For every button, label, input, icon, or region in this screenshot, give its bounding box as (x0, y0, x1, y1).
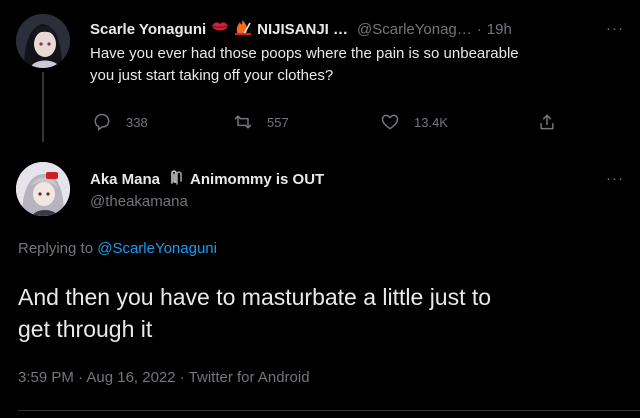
avatar-scarle[interactable] (16, 14, 70, 68)
tweet-text-line: And then you have to masturbate a little… (18, 284, 492, 310)
retweet-icon (234, 115, 252, 129)
org-name[interactable]: NIJISANJI … (257, 21, 348, 38)
replying-prefix: Replying to (18, 240, 94, 257)
retweet-count: 557 (267, 114, 289, 130)
thread-line (42, 72, 44, 142)
tweet-text-line: get through it (18, 316, 153, 342)
tweet-text-line: Have you ever had those poops where the … (90, 45, 519, 62)
display-name[interactable]: Aka Mana (90, 171, 160, 188)
reply-count: 338 (126, 114, 148, 130)
lips-emoji-icon (211, 20, 229, 39)
share-button[interactable] (537, 112, 557, 132)
tweet-text: Have you ever had those poops where the … (90, 43, 620, 87)
replying-to: Replying to @ScarleYonaguni (18, 240, 217, 257)
avatar-aka-mana[interactable] (16, 162, 70, 216)
retweet-button[interactable]: 557 (233, 112, 289, 132)
like-icon (381, 114, 399, 130)
tweet-text: And then you have to masturbate a little… (18, 281, 628, 345)
handle[interactable]: @theakamana (90, 193, 188, 210)
like-button[interactable]: 13.4K (380, 112, 448, 132)
reply-icon (94, 113, 110, 131)
handle[interactable]: @ScarleYonag… (357, 21, 472, 38)
more-options-button[interactable]: ··· (606, 20, 624, 37)
reply-button[interactable]: 338 (92, 112, 148, 132)
display-name[interactable]: Scarle Yonaguni (90, 21, 206, 38)
paperclip-emoji-icon (166, 168, 184, 191)
divider (18, 410, 640, 411)
tweet-text-line: you just start taking off your clothes? (90, 67, 334, 84)
replying-to-handle-link[interactable]: @ScarleYonaguni (97, 240, 217, 257)
share-icon (540, 114, 554, 130)
like-count: 13.4K (414, 114, 448, 130)
flame-chart-emoji-icon (234, 19, 252, 40)
display-name-suffix[interactable]: Animommy is OUT (190, 171, 324, 188)
tweet-meta[interactable]: 3:59 PM · Aug 16, 2022 · Twitter for And… (18, 369, 310, 386)
timestamp[interactable]: 19h (487, 21, 512, 38)
more-options-button[interactable]: ··· (606, 170, 624, 187)
separator: · (476, 20, 482, 38)
